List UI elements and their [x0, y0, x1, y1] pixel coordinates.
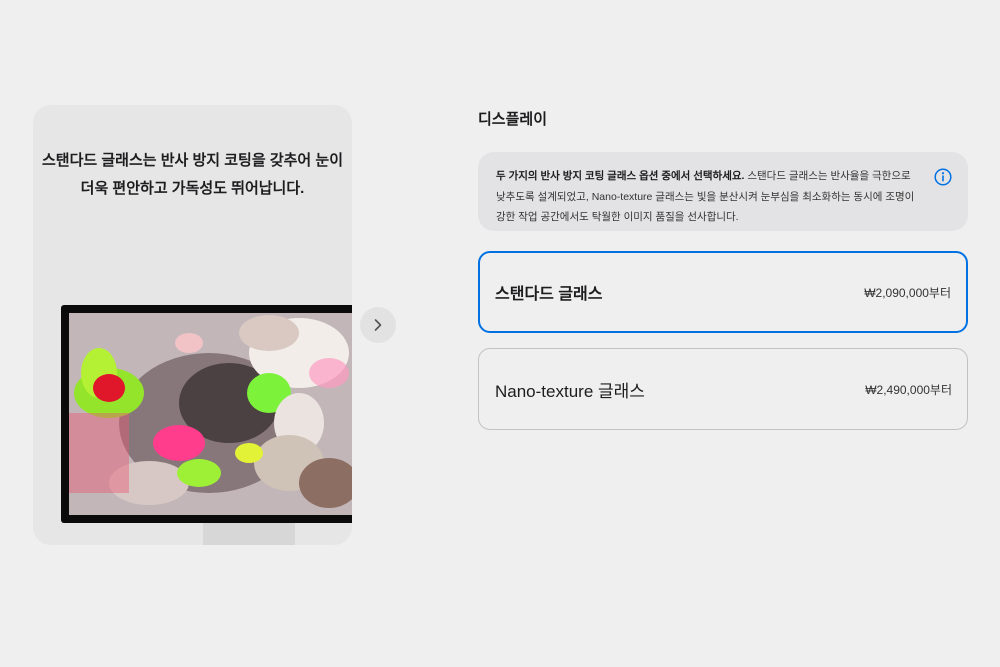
option-price: ₩2,490,000부터	[865, 382, 952, 397]
studio-display-image	[61, 305, 352, 523]
option-price: ₩2,090,000부터	[864, 285, 951, 300]
info-box: 두 가지의 반사 방지 코팅 글래스 옵션 중에서 선택하세요. 스탠다드 글래…	[478, 152, 968, 231]
option-name: 스탠다드 글래스	[495, 286, 603, 303]
gallery-card: 스탠다드 글래스는 반사 방지 코팅을 갖추어 눈이 더욱 편안하고 가독성도 …	[33, 105, 352, 545]
gallery-caption-line-2: 더욱 편안하고 가독성도 뛰어납니다.	[80, 180, 305, 197]
info-bold-text: 두 가지의 반사 방지 코팅 글래스 옵션 중에서 선택하세요.	[496, 170, 745, 182]
option-standard-glass[interactable]: 스탠다드 글래스 ₩2,090,000부터	[478, 251, 968, 333]
section-title: 디스플레이	[478, 111, 548, 128]
gallery-caption-line-1: 스탠다드 글래스는 반사 방지 코팅을 갖추어 눈이	[41, 152, 343, 169]
info-icon[interactable]	[934, 168, 952, 186]
monitor-stand	[203, 523, 295, 545]
next-slide-button[interactable]	[360, 307, 396, 343]
display-artwork	[69, 313, 352, 515]
option-nano-texture-glass[interactable]: Nano-texture 글래스 ₩2,490,000부터	[478, 348, 968, 430]
abstract-artwork	[69, 313, 352, 515]
gallery-caption: 스탠다드 글래스는 반사 방지 코팅을 갖추어 눈이 더욱 편안하고 가독성도 …	[33, 147, 352, 203]
option-name: Nano-texture 글래스	[495, 381, 645, 401]
chevron-right-icon	[374, 319, 382, 331]
